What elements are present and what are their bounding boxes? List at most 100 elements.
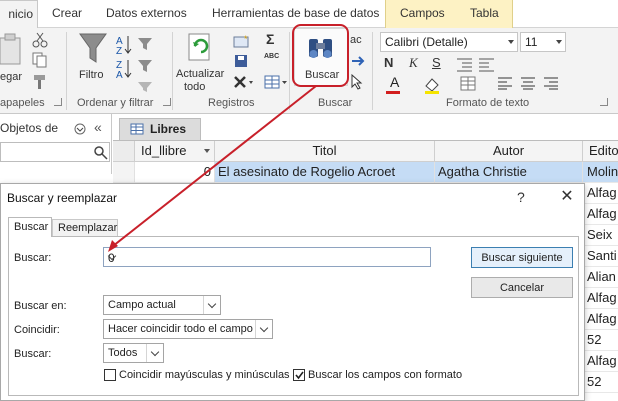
cell-editorial[interactable]: Alfag bbox=[583, 204, 618, 225]
tab-replace[interactable]: Reemplazar bbox=[52, 219, 118, 237]
cancel-button[interactable]: Cancelar bbox=[471, 277, 573, 298]
filter-label: Filtro bbox=[79, 69, 104, 81]
group-separator bbox=[372, 32, 373, 110]
sort-filter-launcher-icon[interactable] bbox=[163, 98, 171, 106]
nav-header[interactable]: Objetos de « bbox=[0, 118, 112, 140]
tab-herramientas[interactable]: Herramientas de base de datos bbox=[212, 6, 379, 20]
cell-editorial[interactable]: 52 bbox=[583, 372, 618, 393]
indent-icon[interactable] bbox=[456, 56, 474, 72]
cell-editorial[interactable]: Alfag bbox=[583, 183, 618, 204]
select-icon[interactable] bbox=[350, 74, 366, 90]
match-case-checkbox[interactable] bbox=[104, 369, 116, 381]
font-color-icon[interactable]: A bbox=[390, 74, 399, 90]
help-button[interactable]: ? bbox=[517, 189, 525, 205]
column-header-autor[interactable]: Autor bbox=[435, 141, 583, 162]
chevron-down-icon bbox=[207, 299, 217, 309]
cell-titol[interactable]: El asesinato de Rogelio Acroet bbox=[215, 162, 435, 183]
column-header-editorial[interactable]: Edito bbox=[583, 141, 618, 162]
delete-record-icon[interactable] bbox=[232, 74, 254, 90]
save-record-icon[interactable] bbox=[232, 54, 252, 68]
new-record-icon[interactable]: * bbox=[232, 34, 252, 48]
cell-editorial[interactable]: Alian bbox=[583, 267, 618, 288]
chevron-down-icon[interactable] bbox=[204, 149, 210, 153]
totals-icon[interactable]: Σ bbox=[266, 31, 274, 47]
clipboard-launcher-icon[interactable] bbox=[54, 98, 62, 106]
align-left-icon[interactable] bbox=[497, 76, 513, 90]
clipboard-group-label: apapeles bbox=[0, 97, 45, 109]
look-in-select[interactable]: Campo actual bbox=[103, 295, 221, 315]
match-label: Coincidir: bbox=[14, 324, 60, 336]
select-all-corner[interactable] bbox=[113, 141, 135, 162]
refresh-all-label-1: Actualizar bbox=[176, 68, 225, 80]
search-direction-dropdown[interactable] bbox=[146, 344, 163, 362]
tab-campos[interactable]: Campos bbox=[400, 6, 445, 20]
align-center-icon[interactable] bbox=[520, 76, 536, 90]
collapse-pane-icon[interactable]: « bbox=[94, 119, 102, 135]
background-color-icon[interactable] bbox=[422, 76, 446, 94]
font-size-combo[interactable]: 11 bbox=[520, 32, 566, 52]
nav-options-icon[interactable] bbox=[74, 123, 86, 135]
italic-button[interactable]: K bbox=[409, 55, 418, 71]
more-records-icon[interactable] bbox=[264, 74, 288, 90]
replace-icon[interactable]: ac bbox=[350, 34, 362, 46]
cell-autor[interactable]: Agatha Christie bbox=[435, 162, 583, 183]
tab-datos-externos[interactable]: Datos externos bbox=[106, 6, 187, 20]
chevron-down-icon bbox=[556, 40, 562, 44]
find-group-label: Buscar bbox=[318, 97, 353, 109]
filter-icon[interactable] bbox=[79, 32, 107, 66]
nav-header-title: Objetos de bbox=[0, 121, 59, 135]
tab-crear[interactable]: Crear bbox=[52, 6, 82, 20]
records-group-label: Registros bbox=[208, 97, 255, 109]
search-formatted-checkbox[interactable] bbox=[293, 369, 305, 381]
tab-tabla[interactable]: Tabla bbox=[470, 6, 499, 20]
row-selector[interactable] bbox=[113, 162, 135, 183]
cell-editorial[interactable]: Seix bbox=[583, 225, 618, 246]
table-tab[interactable]: Libres bbox=[119, 118, 201, 140]
nav-search-input[interactable] bbox=[0, 142, 110, 162]
refresh-all-icon[interactable] bbox=[185, 32, 217, 64]
text-format-launcher-icon[interactable] bbox=[600, 98, 608, 106]
chevron-down-icon bbox=[508, 40, 514, 44]
format-painter-icon[interactable] bbox=[32, 74, 48, 90]
find-next-button[interactable]: Buscar siguiente bbox=[471, 247, 573, 268]
font-name-combo[interactable]: Calibri (Detalle) bbox=[380, 32, 518, 52]
outdent-icon[interactable] bbox=[478, 56, 496, 72]
cell-editorial[interactable]: Santi bbox=[583, 246, 618, 267]
table-tab-label: Libres bbox=[150, 122, 187, 136]
navigation-pane: Objetos de « bbox=[0, 114, 112, 174]
underline-button[interactable]: S bbox=[432, 55, 441, 70]
checkmark-icon bbox=[295, 371, 304, 380]
match-dropdown[interactable] bbox=[255, 320, 272, 338]
bold-button[interactable]: N bbox=[384, 55, 393, 70]
find-what-input[interactable]: 0 bbox=[103, 247, 431, 267]
table-icon bbox=[130, 123, 144, 135]
search-direction-select[interactable]: Todos bbox=[103, 343, 164, 363]
cell-editorial[interactable]: 52 bbox=[583, 330, 618, 351]
paste-icon[interactable] bbox=[0, 32, 22, 66]
cell-editorial[interactable]: Alfag bbox=[583, 351, 618, 372]
cell-id[interactable]: 0 bbox=[135, 162, 215, 183]
align-right-icon[interactable] bbox=[543, 76, 559, 90]
sort-filter-group-label: Ordenar y filtrar bbox=[77, 97, 154, 109]
group-separator bbox=[172, 32, 173, 110]
cell-editorial[interactable]: Molin bbox=[583, 162, 618, 183]
cell-editorial[interactable]: Alfag bbox=[583, 288, 618, 309]
match-select[interactable]: Hacer coincidir todo el campo bbox=[103, 319, 273, 339]
look-in-dropdown[interactable] bbox=[203, 296, 220, 314]
cell-editorial[interactable]: Alfag bbox=[583, 309, 618, 330]
group-separator bbox=[289, 32, 290, 110]
spelling-icon[interactable]: ABC bbox=[264, 53, 279, 60]
cut-icon[interactable] bbox=[32, 32, 48, 48]
column-header-label: Id_llibre bbox=[141, 143, 187, 158]
goto-icon[interactable] bbox=[350, 54, 368, 68]
tab-inicio[interactable]: nicio bbox=[0, 0, 38, 29]
column-header-titol[interactable]: Titol bbox=[215, 141, 435, 162]
tab-find[interactable]: Buscar bbox=[8, 217, 52, 237]
chevron-down-icon bbox=[150, 347, 160, 357]
font-color-bar bbox=[386, 91, 400, 94]
column-header-id[interactable]: Id_llibre bbox=[135, 141, 215, 162]
gridlines-icon[interactable] bbox=[460, 76, 482, 92]
copy-icon[interactable] bbox=[32, 52, 48, 68]
close-button[interactable]: ✕ bbox=[555, 186, 579, 208]
sort-filter-icons[interactable]: A Z Z A bbox=[114, 32, 160, 92]
